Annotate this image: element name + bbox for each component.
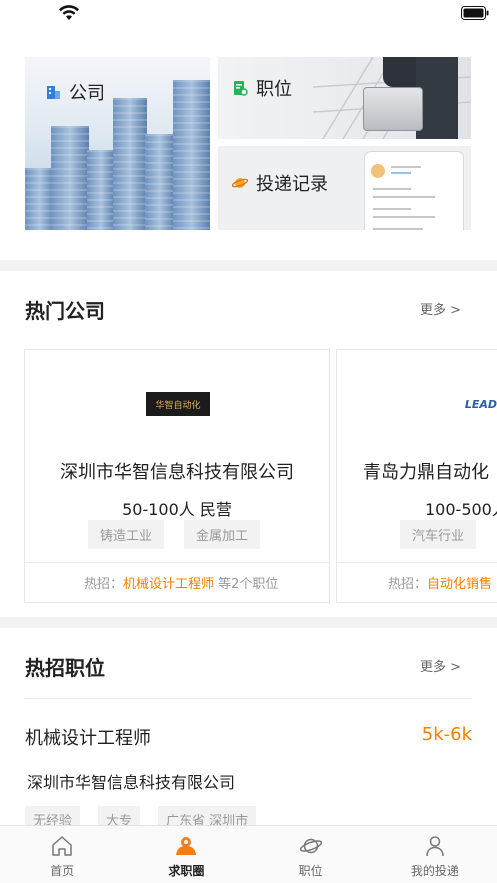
divider [25,562,329,563]
hot-jobs-more-link[interactable]: 更多 > [420,656,461,675]
tab-home[interactable]: 首页 [0,826,124,883]
status-bar [0,0,497,28]
circle-icon [176,837,197,855]
tab-bar: 首页 求职圈 职位 我的投递 [0,825,497,883]
divider [25,698,472,699]
hot-jobs-section: 热招职位 更多 > 机械设计工程师 5k-6k 深圳市华智信息科技有限公司 无经… [0,628,497,833]
hot-jobs-title: 热招职位 [25,656,105,680]
job-tile-label: 职位 [232,75,292,101]
suitcase-image [363,87,423,131]
quick-entry-section: 公司 职位 投递记录 [0,28,497,260]
job-icon [234,81,248,96]
company-tile-label: 公司 [45,79,105,105]
wifi-icon [59,5,79,20]
building-image [145,134,175,230]
company-meta: 100-500人 [425,500,497,519]
building-image [87,150,115,230]
hot-hiring-line: 热招：机械设计工程师 等2个职位 [84,573,278,592]
tab-label: 职位 [298,864,323,878]
company-card[interactable]: LEADW 青岛力鼎自动化 100-500人 汽车行业 热招：自动化销售 [336,349,497,603]
company-tile-text: 公司 [69,83,105,104]
battery-icon [461,6,489,20]
building-icon [47,86,60,99]
company-logo: LEADW [464,397,497,411]
tab-label: 求职圈 [168,864,205,878]
company-meta: 50-100人 民营 [122,500,232,519]
hot-job-link[interactable]: 机械设计工程师 [123,577,214,592]
person-icon [426,836,444,857]
hot-job-link[interactable]: 自动化销售 [427,577,492,592]
company-tags: 铸造工业 金属加工 [88,520,261,549]
company-card[interactable]: 华智自动化 深圳市华智信息科技有限公司 50-100人 民营 铸造工业 金属加工… [24,349,330,603]
company-tile[interactable]: 公司 [25,57,210,230]
job-tile[interactable]: 职位 [218,57,471,139]
planet-icon [299,838,322,854]
hot-hiring-prefix: 热招： [388,577,428,592]
tab-my-applications[interactable]: 我的投递 [373,826,497,883]
home-icon [52,836,72,856]
record-tile-text: 投递记录 [256,174,328,195]
hot-hiring-line: 热招：自动化销售 [388,573,492,592]
job-company: 深圳市华智信息科技有限公司 [27,773,236,792]
divider [337,562,497,563]
industry-tag: 金属加工 [184,520,261,549]
hot-hiring-suffix: 等2个职位 [214,577,279,592]
company-logo: 华智自动化 [146,392,210,416]
tab-label: 首页 [50,864,75,878]
company-name: 青岛力鼎自动化 [363,462,489,483]
tab-job-circle[interactable]: 求职圈 [124,826,248,883]
record-tile-label: 投递记录 [232,170,328,196]
hot-companies-section: 热门公司 更多 > 华智自动化 深圳市华智信息科技有限公司 50-100人 民营… [0,271,497,617]
hot-companies-more-link[interactable]: 更多 > [420,299,461,318]
industry-tag: 铸造工业 [88,520,165,549]
job-tile-text: 职位 [256,79,292,100]
building-image [51,126,89,230]
record-tile[interactable]: 投递记录 [218,146,471,230]
tab-label: 我的投递 [410,864,459,878]
building-image [173,80,210,230]
job-title[interactable]: 机械设计工程师 [25,724,151,750]
tab-jobs[interactable]: 职位 [249,826,373,883]
company-tags: 汽车行业 [400,520,477,549]
planet-icon [232,178,248,188]
hot-hiring-prefix: 热招： [84,577,124,592]
company-name: 深圳市华智信息科技有限公司 [60,462,294,483]
hot-companies-title: 热门公司 [25,299,105,323]
phone-preview-image [365,152,463,230]
building-image [113,98,147,230]
industry-tag: 汽车行业 [400,520,477,549]
job-salary: 5k-6k [421,724,472,745]
